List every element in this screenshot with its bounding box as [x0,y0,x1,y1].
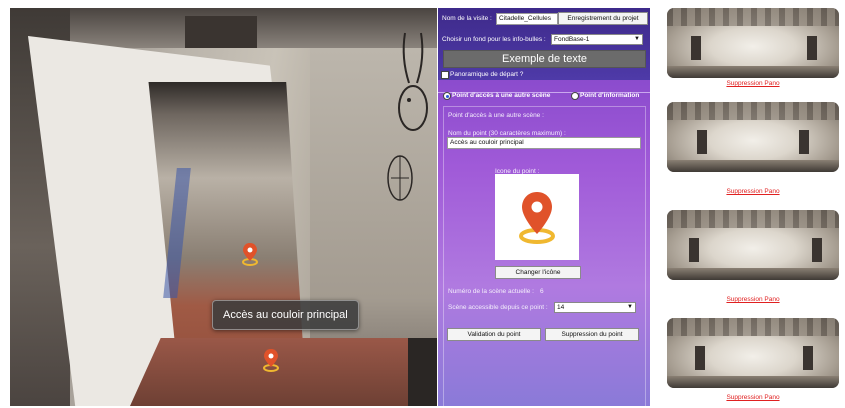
point-icon-preview [495,174,579,260]
map-pin-icon [519,192,555,244]
hotspot-pin-icon[interactable] [262,348,280,372]
thumb-doorway [812,238,822,262]
thumb-doorway [803,346,813,370]
sample-text-preview: Exemple de texte [443,50,646,68]
validate-point-button[interactable]: Validation du point [447,328,541,341]
thumb-floor [667,160,839,172]
pano-top-dark-patch [185,16,257,48]
accessible-scene-select[interactable]: 14 ▼ [554,302,636,313]
thumb-ceiling [667,318,839,336]
radio-info-point-label: Point d'information [580,92,640,99]
save-project-button[interactable]: Enregistrement du projet [558,12,648,25]
scene-number-value: 6 [540,288,544,295]
pano-floor [130,338,437,406]
pano-thumbnail[interactable] [667,102,839,172]
pano-dark-corner [408,338,437,406]
point-name-field[interactable]: Accès au couloir principal [447,137,641,149]
radio-scene-access-label: Point d'accès à une autre scène [452,92,551,99]
panorama-viewer[interactable]: Accès au couloir principal [10,8,437,406]
thumb-doorway [691,36,701,60]
thumb-ceiling [667,210,839,228]
start-pano-label: Panoramique de départ ? [450,71,524,78]
hotspot-tooltip: Accès au couloir principal [212,300,359,330]
accessible-scene-label: Scène accessible depuis ce point : [448,304,548,311]
scene-number-label: Numéro de la scène actuelle : [448,288,534,295]
thumb-ceiling [667,102,839,120]
change-icon-button[interactable]: Changer l'icône [495,266,581,279]
radio-info-point[interactable] [571,92,579,100]
delete-pano-link[interactable]: Suppression Pano [667,296,839,303]
thumb-doorway [807,36,817,60]
thumb-floor [667,268,839,280]
thumb-doorway [799,130,809,154]
thumb-ceiling [667,8,839,26]
delete-pano-link[interactable]: Suppression Pano [667,80,839,87]
hotspot-pin-icon[interactable] [241,242,259,266]
thumb-floor [667,66,839,78]
radio-scene-access[interactable] [443,92,451,100]
pano-thumbnail[interactable] [667,8,839,78]
thumb-doorway [689,238,699,262]
start-pano-checkbox[interactable] [441,71,449,79]
thumb-doorway [697,130,707,154]
thumb-floor [667,376,839,388]
bg-select-label: Choisir un fond pour les info-bulles : [442,36,546,43]
visit-name-field[interactable]: Citadelle_Cellules [496,13,558,25]
chevron-down-icon: ▼ [634,36,640,42]
accessible-scene-value: 14 [557,304,565,311]
point-name-label: Nom du point (30 caractères maximum) : [448,130,566,137]
bg-select-value: FondBase-1 [554,36,590,43]
delete-pano-link[interactable]: Suppression Pano [667,394,839,401]
bg-select[interactable]: FondBase-1 ▼ [551,34,643,45]
wall-rabbit-drawing [398,32,428,131]
delete-point-button[interactable]: Suppression du point [545,328,639,341]
pano-thumbnail[interactable] [667,210,839,280]
editor-panel: Nom de la visite : Citadelle_Cellules En… [438,8,650,408]
pano-thumbnail-list: Suppression Pano Suppression Pano Suppre… [651,0,845,406]
section-title: Point d'accès à une autre scène : [448,112,544,119]
pano-thumbnail[interactable] [667,318,839,388]
delete-pano-link[interactable]: Suppression Pano [667,188,839,195]
visit-name-label: Nom de la visite : [442,15,492,22]
wall-vase-drawing [387,155,413,201]
thumb-doorway [695,346,705,370]
chevron-down-icon: ▼ [627,304,633,310]
